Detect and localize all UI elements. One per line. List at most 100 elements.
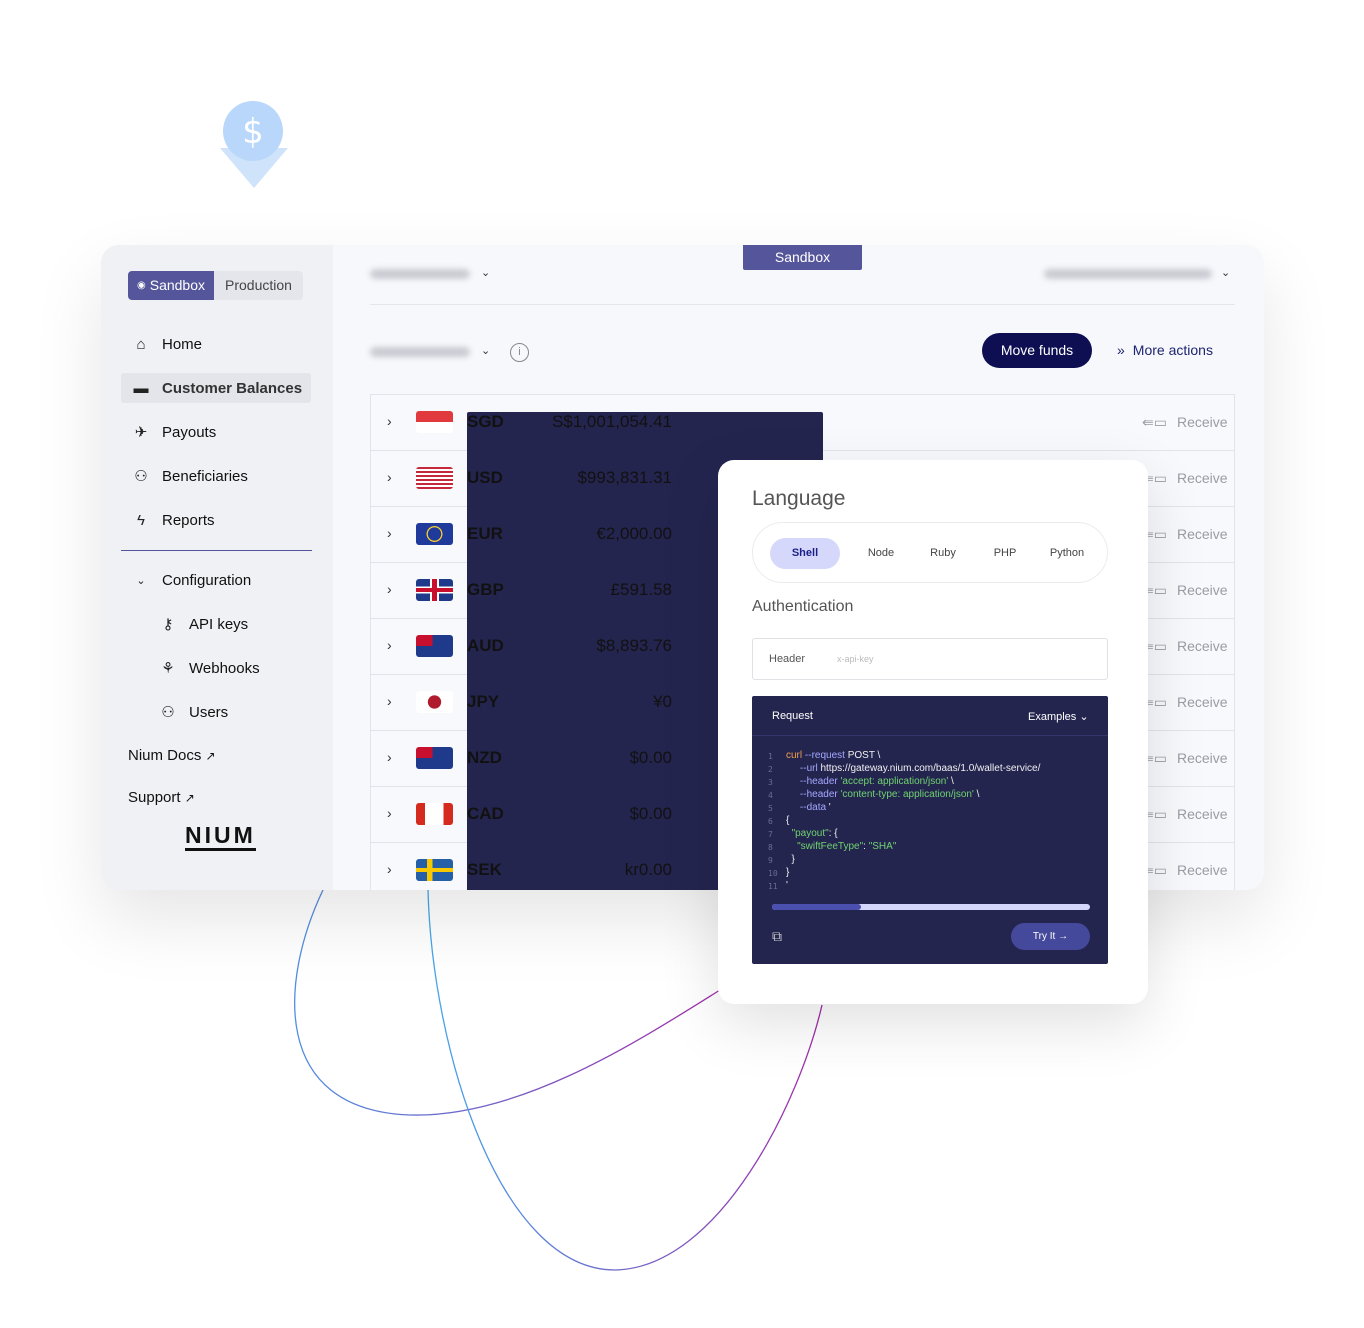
environment-toggle[interactable]: ◉ Sandbox Production: [128, 271, 303, 300]
sidebar-item-customer-balances[interactable]: ▬ Customer Balances: [121, 373, 311, 403]
customer-name-blurred: [370, 347, 470, 357]
balance-amount: $993,831.31: [577, 468, 672, 487]
expand-chevron-icon[interactable]: ›: [387, 693, 392, 709]
language-selector: Shell Node Ruby PHP Python: [752, 522, 1108, 583]
line-number: 3: [768, 778, 773, 787]
flag-cad-icon: [416, 803, 453, 825]
language-tab-node[interactable]: Node: [846, 538, 916, 569]
balance-amount: ¥0: [653, 692, 672, 711]
link-label: Nium Docs: [128, 747, 202, 764]
sidebar-item-payouts[interactable]: ✈ Payouts: [121, 417, 311, 447]
code-line: --data ': [799, 802, 831, 813]
nav-label: Customer Balances: [162, 379, 303, 397]
chevron-down-icon: ⌄: [136, 574, 146, 587]
expand-chevron-icon[interactable]: ›: [387, 861, 392, 877]
code-line: }: [786, 854, 795, 865]
more-actions-label: More actions: [1132, 342, 1213, 358]
authentication-title: Authentication: [752, 598, 854, 615]
line-number: 1: [768, 752, 773, 761]
chevron-down-icon: ⌄: [1079, 711, 1089, 723]
language-tab-python[interactable]: Python: [1032, 538, 1102, 569]
progress-bar[interactable]: [772, 904, 1090, 910]
line-number: 2: [768, 765, 773, 774]
balance-amount: S$1,001,054.41: [551, 412, 672, 431]
sandbox-badge: Sandbox: [743, 245, 862, 270]
code-line: curl --request POST \: [786, 750, 881, 761]
customer-dropdown-chevron-icon[interactable]: ⌄: [481, 344, 490, 357]
balance-row[interactable]: › SGD S$1,001,054.41 ⇚▭ Receive: [371, 395, 1234, 680]
receive-button[interactable]: ⇚▭ Receive: [1142, 694, 1228, 711]
expand-chevron-icon[interactable]: ›: [387, 637, 392, 653]
production-option[interactable]: Production: [214, 271, 303, 300]
api-request-panel: Language Shell Node Ruby PHP Python Auth…: [718, 460, 1148, 1004]
expand-chevron-icon[interactable]: ›: [387, 413, 392, 429]
api-key-input[interactable]: x-api-key: [837, 654, 874, 664]
receive-button[interactable]: ⇚▭ Receive: [1142, 750, 1228, 767]
home-icon: ⌂: [136, 335, 146, 353]
auth-header-label: Header: [769, 653, 806, 665]
support-link[interactable]: Support ↗: [128, 789, 195, 806]
sidebar-item-configuration[interactable]: ⌄ Configuration: [121, 565, 311, 595]
receive-label: Receive: [1176, 694, 1228, 710]
users-icon: ⚇: [161, 704, 175, 721]
move-funds-button[interactable]: Move funds: [982, 333, 1092, 368]
examples-dropdown[interactable]: Examples ⌄: [1028, 710, 1089, 723]
header-divider: [370, 304, 1235, 305]
more-actions-button[interactable]: » More actions: [1117, 342, 1213, 358]
receive-button[interactable]: ⇚▭ Receive: [1142, 806, 1228, 823]
sidebar-divider: [121, 550, 312, 551]
language-tab-shell[interactable]: Shell: [770, 538, 840, 569]
link-label: Support: [128, 789, 181, 806]
sidebar-item-webhooks[interactable]: ⚘ Webhooks: [148, 653, 338, 683]
receive-label: Receive: [1176, 526, 1228, 542]
language-tab-ruby[interactable]: Ruby: [908, 538, 978, 569]
nav-label: Payouts: [162, 423, 217, 441]
code-line: --url https://gateway.nium.com/baas/1.0/…: [799, 763, 1041, 774]
balance-amount: $0.00: [629, 748, 672, 767]
expand-chevron-icon[interactable]: ›: [387, 749, 392, 765]
code-line: --header 'accept: application/json' \: [799, 776, 954, 787]
receive-button[interactable]: ⇚▭ Receive: [1142, 470, 1228, 487]
expand-chevron-icon[interactable]: ›: [387, 581, 392, 597]
try-it-label: Try It: [1032, 931, 1056, 942]
sidebar-item-reports[interactable]: ϟ Reports: [121, 505, 311, 535]
language-title: Language: [752, 487, 846, 510]
sidebar-item-beneficiaries[interactable]: ⚇ Beneficiaries: [121, 461, 311, 491]
expand-chevron-icon[interactable]: ›: [387, 525, 392, 541]
language-tab-php[interactable]: PHP: [970, 538, 1040, 569]
nium-docs-link[interactable]: Nium Docs ↗: [128, 747, 216, 764]
receive-button[interactable]: ⇚▭ Receive: [1142, 638, 1228, 655]
expand-chevron-icon[interactable]: ›: [387, 469, 392, 485]
receive-button[interactable]: ⇚▭ Receive: [1142, 414, 1228, 431]
receive-label: Receive: [1176, 862, 1228, 878]
info-icon[interactable]: i: [510, 343, 529, 362]
receive-button[interactable]: ⇚▭ Receive: [1142, 526, 1228, 543]
progress-fill: [772, 904, 862, 910]
try-it-button[interactable]: Try It →: [1011, 923, 1090, 950]
flag-gbp-icon: [416, 579, 453, 601]
line-number: 7: [768, 830, 773, 839]
sidebar-item-home[interactable]: ⌂ Home: [121, 329, 311, 359]
double-chevron-right-icon: »: [1117, 342, 1125, 358]
nav-label: Home: [162, 335, 203, 353]
receive-button[interactable]: ⇚▭ Receive: [1142, 582, 1228, 599]
line-number: 9: [768, 856, 773, 865]
user-menu-chevron-icon[interactable]: ⌄: [1221, 266, 1230, 279]
key-icon: ⚷: [162, 616, 174, 633]
copy-icon[interactable]: ⧉: [772, 928, 782, 945]
expand-chevron-icon[interactable]: ›: [387, 805, 392, 821]
sandbox-option[interactable]: ◉ Sandbox: [128, 271, 215, 300]
flag-eur-icon: [416, 523, 453, 545]
nav-label: Users: [189, 703, 229, 721]
sidebar-item-api-keys[interactable]: ⚷ API keys: [148, 609, 338, 639]
examples-label: Examples: [1028, 711, 1077, 723]
users-icon: ⚇: [134, 468, 148, 485]
sidebar-item-users[interactable]: ⚇ Users: [148, 697, 338, 727]
code-line: }: [786, 867, 790, 878]
auth-header-field[interactable]: Header x-api-key: [752, 638, 1108, 680]
line-number: 11: [768, 882, 778, 891]
flag-sgd-icon: [416, 411, 453, 433]
receive-button[interactable]: ⇚▭ Receive: [1142, 862, 1228, 879]
balance-amount: £591.58: [610, 580, 672, 599]
account-dropdown-chevron-icon[interactable]: ⌄: [481, 266, 490, 279]
